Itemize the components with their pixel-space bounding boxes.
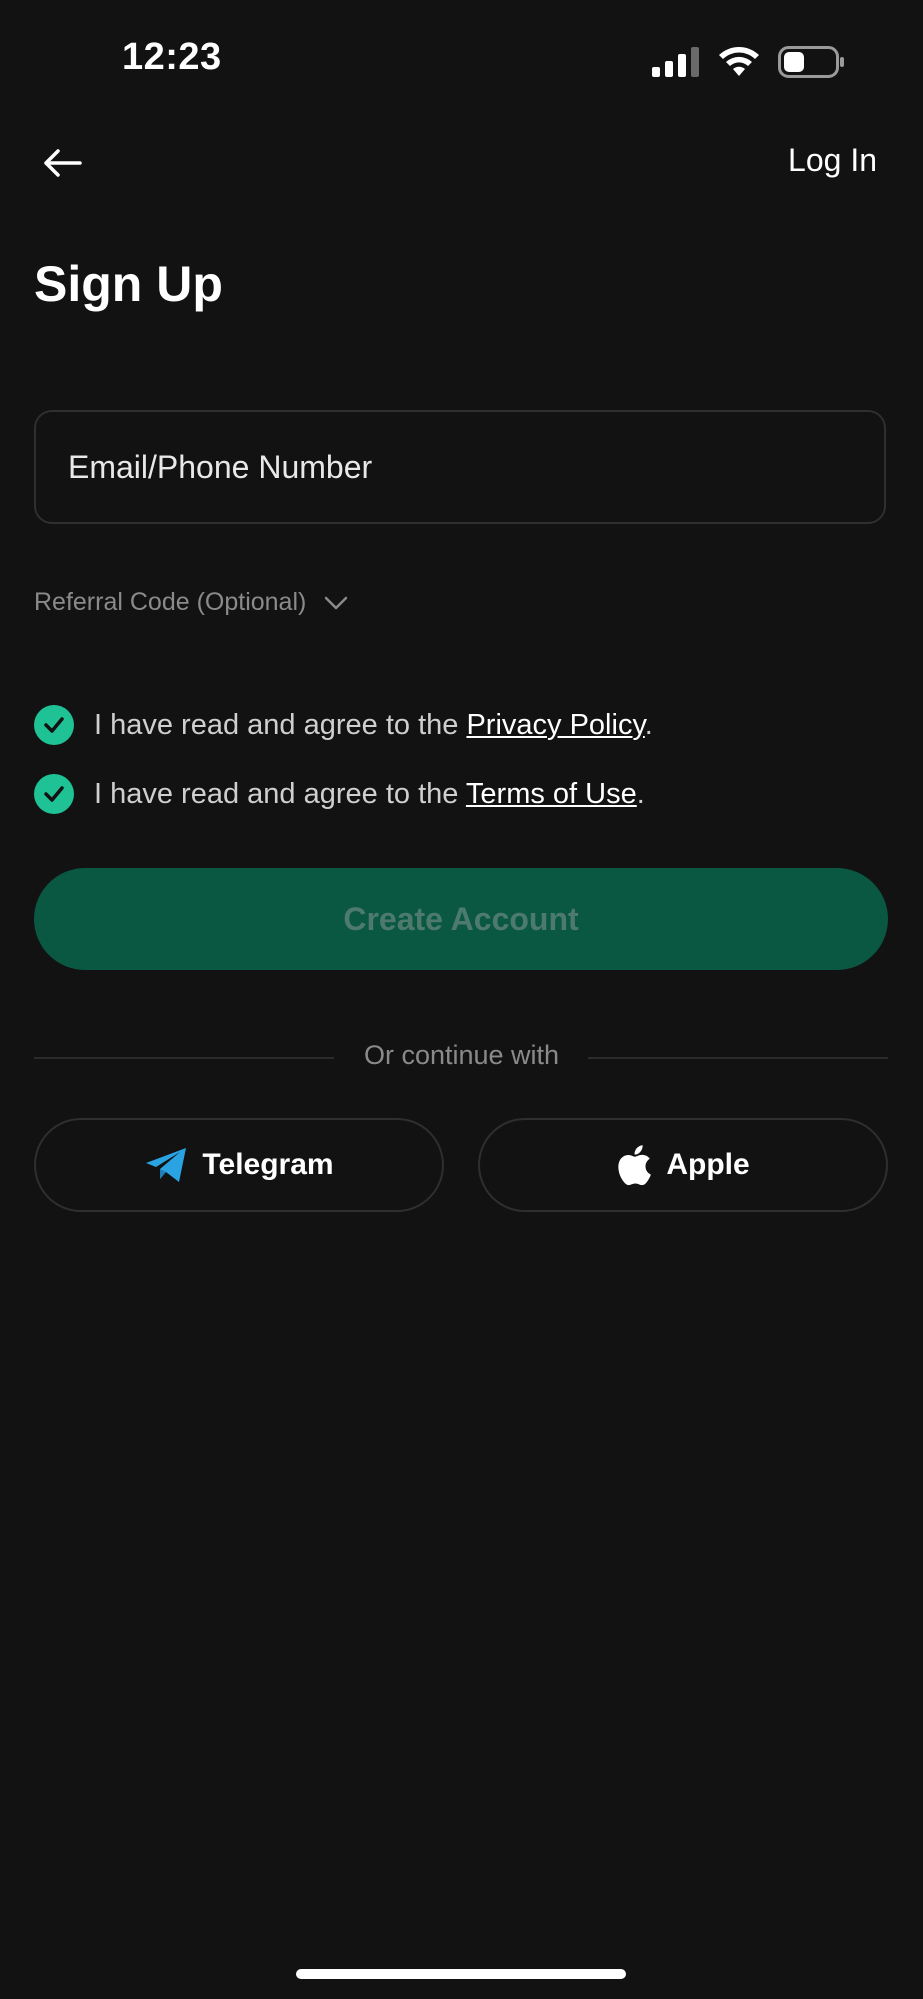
terms-checkbox[interactable]: [34, 774, 74, 814]
privacy-policy-link[interactable]: Privacy Policy: [466, 709, 644, 741]
email-field-container: [34, 410, 886, 524]
terms-agreement-row: I have read and agree to the Terms of Us…: [34, 774, 645, 814]
terms-agreement-suffix: .: [636, 777, 645, 810]
terms-agreement-text: I have read and agree to the Terms of Us…: [94, 778, 645, 811]
telegram-icon: [146, 1148, 187, 1182]
checkmark-icon: [44, 786, 64, 802]
email-phone-input[interactable]: [36, 412, 884, 522]
privacy-agreement-prefix: I have read and agree to the: [94, 708, 467, 741]
chevron-down-icon: [325, 596, 348, 609]
arrow-left-icon: [44, 149, 82, 177]
terms-of-use-link[interactable]: Terms of Use: [466, 778, 637, 810]
login-link[interactable]: Log In: [788, 142, 877, 179]
privacy-agreement-row: I have read and agree to the Privacy Pol…: [34, 705, 653, 745]
telegram-button[interactable]: Telegram: [34, 1118, 444, 1212]
privacy-checkbox[interactable]: [34, 705, 74, 745]
create-account-button[interactable]: Create Account: [34, 868, 888, 970]
apple-icon: [618, 1145, 652, 1186]
apple-label: Apple: [666, 1148, 750, 1181]
page-title: Sign Up: [34, 256, 223, 312]
signal-icon: [652, 47, 699, 77]
referral-code-toggle[interactable]: Referral Code (Optional): [34, 588, 348, 617]
apple-button[interactable]: Apple: [478, 1118, 888, 1212]
home-indicator[interactable]: [296, 1969, 626, 1979]
referral-code-label: Referral Code (Optional): [34, 588, 307, 616]
battery-icon: [778, 46, 844, 78]
back-button[interactable]: [34, 138, 90, 188]
telegram-label: Telegram: [202, 1148, 334, 1181]
terms-agreement-prefix: I have read and agree to the: [94, 777, 466, 810]
privacy-agreement-suffix: .: [644, 708, 653, 741]
wifi-icon: [719, 47, 759, 76]
checkmark-icon: [44, 717, 64, 733]
status-time: 12:23: [122, 36, 222, 78]
privacy-agreement-text: I have read and agree to the Privacy Pol…: [94, 709, 653, 742]
status-icons: [652, 44, 846, 80]
divider-text: Or continue with: [363, 1040, 560, 1070]
